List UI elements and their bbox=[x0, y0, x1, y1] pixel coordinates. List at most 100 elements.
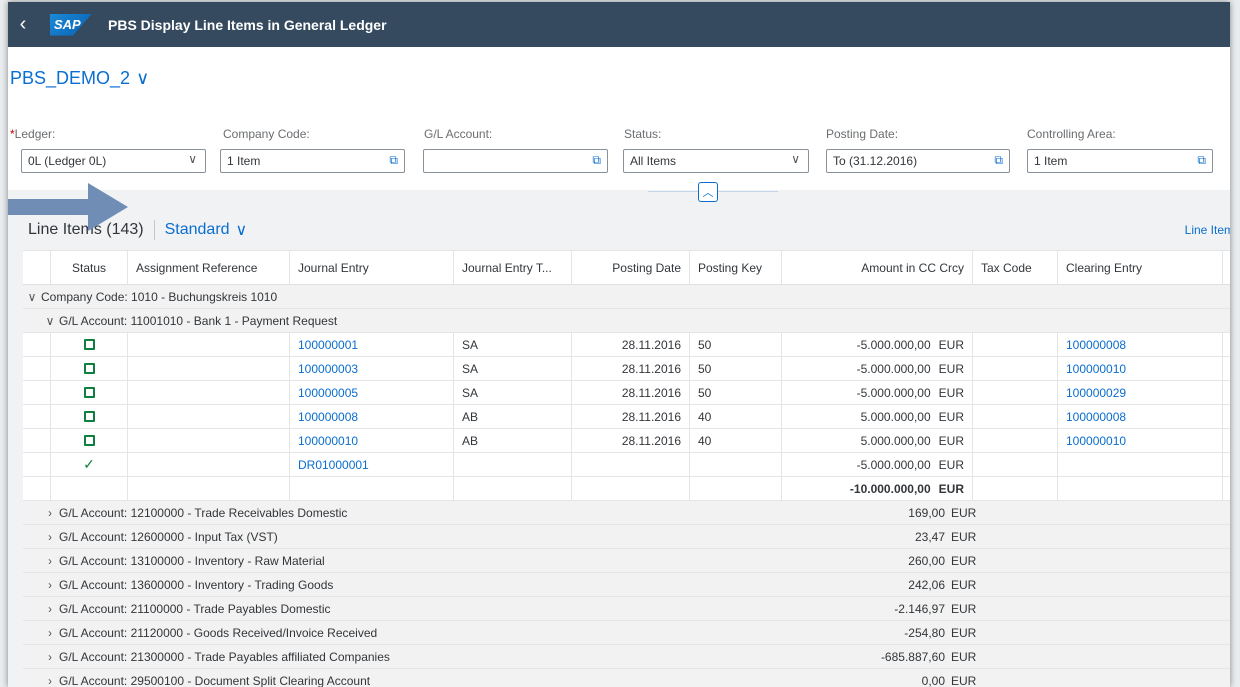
value-help-icon[interactable]: ⧉ bbox=[389, 153, 398, 168]
table-row[interactable]: 100000005 SA 28.11.2016 50 -5.000.000,00 EUR 1… bbox=[23, 381, 1230, 405]
back-button[interactable]: ‹ bbox=[8, 2, 38, 47]
chevron-down-icon: ∨ bbox=[235, 222, 248, 239]
chevron-right-icon: › bbox=[48, 601, 52, 616]
posting-date-cell: 28.11.2016 bbox=[572, 357, 690, 380]
chevron-right-icon: › bbox=[48, 505, 52, 520]
variant-selector[interactable]: PBS_DEMO_2 ∨ bbox=[10, 68, 149, 89]
group-row-account[interactable]: › G/L Account: 29500100 - Document Split … bbox=[23, 669, 1230, 687]
tax-code-cell bbox=[973, 333, 1058, 356]
clearing-entry-link[interactable]: 100000010 bbox=[1066, 362, 1126, 376]
group-row-company[interactable]: ∨ Company Code: 1010 - Buchungskreis 1010 bbox=[23, 285, 1230, 309]
chevron-down-icon: ∨ bbox=[27, 289, 37, 304]
open-item-icon bbox=[83, 435, 95, 446]
currency-cell: EUR bbox=[938, 457, 964, 472]
status-cell bbox=[51, 429, 128, 452]
journal-entry-type-cell: SA bbox=[454, 381, 572, 404]
company-code-field[interactable]: 1 Item ⧉ bbox=[220, 149, 405, 173]
posting-date-field[interactable]: To (31.12.2016) ⧉ bbox=[826, 149, 1010, 173]
column-header[interactable]: Journal Entry T... bbox=[454, 251, 572, 284]
group-row-account[interactable]: › G/L Account: 13600000 - Inventory - Tra… bbox=[23, 573, 1230, 597]
column-header[interactable]: Tax Code bbox=[973, 251, 1058, 284]
assignment-cell bbox=[128, 333, 290, 356]
journal-entry-link[interactable]: 100000001 bbox=[298, 338, 358, 352]
group-row-account[interactable]: › G/L Account: 21300000 - Trade Payables … bbox=[23, 645, 1230, 669]
column-header[interactable]: Assignment Reference bbox=[128, 251, 290, 284]
column-header[interactable]: Clearing Entry bbox=[1058, 251, 1223, 284]
column-header[interactable]: Posting Date bbox=[572, 251, 690, 284]
open-item-icon bbox=[83, 363, 95, 374]
column-header[interactable]: Amount in CC Crcy bbox=[782, 251, 973, 284]
assignment-cell bbox=[128, 405, 290, 428]
journal-entry-type-cell: AB bbox=[454, 405, 572, 428]
divider bbox=[718, 191, 778, 192]
tax-code-cell bbox=[973, 381, 1058, 404]
open-item-icon bbox=[83, 411, 95, 422]
sap-logo[interactable]: SAP bbox=[50, 13, 92, 36]
line-item-link[interactable]: Line Item bbox=[1185, 223, 1230, 237]
column-header[interactable]: Posting Key bbox=[690, 251, 782, 284]
group-label: G/L Account: 13100000 - Inventory - Raw … bbox=[59, 553, 325, 568]
status-select[interactable]: All Items ∨ bbox=[623, 149, 809, 173]
collapse-header-button[interactable]: ︿ bbox=[698, 182, 718, 202]
assignment-cell bbox=[128, 429, 290, 452]
group-label: G/L Account: 12100000 - Trade Receivable… bbox=[59, 505, 348, 520]
group-label: G/L Account: 21100000 - Trade Payables D… bbox=[59, 601, 331, 616]
journal-entry-type-cell: SA bbox=[454, 357, 572, 380]
amount-cell: -5.000.000,00 bbox=[856, 385, 931, 400]
chevron-up-icon: ︿ bbox=[702, 187, 714, 199]
value-help-icon[interactable]: ⧉ bbox=[994, 153, 1003, 168]
status-cell bbox=[51, 333, 128, 356]
journal-entry-link[interactable]: 100000005 bbox=[298, 386, 358, 400]
group-row-account[interactable]: › G/L Account: 13100000 - Inventory - Raw… bbox=[23, 549, 1230, 573]
group-label: G/L Account: 13600000 - Inventory - Trad… bbox=[59, 577, 334, 592]
status-cell: ✓ bbox=[51, 453, 128, 476]
amount-cell: 5.000.000,00 bbox=[860, 409, 931, 424]
tax-code-cell bbox=[973, 357, 1058, 380]
table-row[interactable]: ✓ DR01000001 -5.000.000,00 EUR bbox=[23, 453, 1230, 477]
group-row-account[interactable]: › G/L Account: 21120000 - Goods Received/… bbox=[23, 621, 1230, 645]
amount-cell: 5.000.000,00 bbox=[860, 433, 931, 448]
group-amount: 242,06 bbox=[908, 577, 945, 592]
table-row[interactable]: 100000001 SA 28.11.2016 50 -5.000.000,00 EUR 1… bbox=[23, 333, 1230, 357]
posting-key-cell: 40 bbox=[690, 405, 782, 428]
amount-cell: -5.000.000,00 bbox=[856, 337, 931, 352]
group-currency: EUR bbox=[951, 577, 977, 592]
status-cell bbox=[51, 405, 128, 428]
chevron-right-icon: › bbox=[48, 625, 52, 640]
chevron-right-icon: › bbox=[48, 553, 52, 568]
header-spacer bbox=[23, 251, 51, 284]
column-header[interactable]: Journal Entry bbox=[290, 251, 454, 284]
group-amount: -2.146,97 bbox=[894, 601, 945, 616]
table-row[interactable]: 100000008 AB 28.11.2016 40 5.000.000,00 EUR 10… bbox=[23, 405, 1230, 429]
journal-entry-type-cell bbox=[454, 453, 572, 476]
ledger-select[interactable]: 0L (Ledger 0L) ∨ bbox=[21, 149, 206, 173]
view-selector[interactable]: Standard ∨ bbox=[165, 220, 248, 240]
table-row[interactable]: 100000003 SA 28.11.2016 50 -5.000.000,00 EUR 1… bbox=[23, 357, 1230, 381]
posting-key-cell: 50 bbox=[690, 333, 782, 356]
clearing-entry-link[interactable]: 100000008 bbox=[1066, 338, 1126, 352]
group-amount: -254,80 bbox=[904, 625, 945, 640]
group-row-account[interactable]: › G/L Account: 12100000 - Trade Receivabl… bbox=[23, 501, 1230, 525]
currency-cell: EUR bbox=[938, 361, 964, 376]
journal-entry-link[interactable]: 100000008 bbox=[298, 410, 358, 424]
gl-account-field[interactable]: ⧉ bbox=[423, 149, 608, 173]
clearing-entry-link[interactable]: 100000010 bbox=[1066, 434, 1126, 448]
posting-key-cell bbox=[690, 453, 782, 476]
journal-entry-link[interactable]: 100000003 bbox=[298, 362, 358, 376]
column-header[interactable]: Status bbox=[51, 251, 128, 284]
clearing-entry-link[interactable]: 100000008 bbox=[1066, 410, 1126, 424]
controlling-area-field[interactable]: 1 Item ⧉ bbox=[1027, 149, 1213, 173]
group-amount: 260,00 bbox=[908, 553, 945, 568]
posting-date-cell bbox=[572, 453, 690, 476]
clearing-entry-link[interactable]: 100000029 bbox=[1066, 386, 1126, 400]
group-row-account[interactable]: ∨ G/L Account: 11001010 - Bank 1 - Paymen… bbox=[23, 309, 1230, 333]
table-row[interactable]: 100000010 AB 28.11.2016 40 5.000.000,00 EUR 10… bbox=[23, 429, 1230, 453]
divider bbox=[153, 220, 155, 240]
table-header: Status Assignment Reference Journal Entry J… bbox=[23, 251, 1230, 285]
group-row-account[interactable]: › G/L Account: 21100000 - Trade Payables … bbox=[23, 597, 1230, 621]
group-row-account[interactable]: › G/L Account: 12600000 - Input Tax (VST)… bbox=[23, 525, 1230, 549]
journal-entry-link[interactable]: 100000010 bbox=[298, 434, 358, 448]
value-help-icon[interactable]: ⧉ bbox=[592, 153, 601, 168]
journal-entry-link[interactable]: DR01000001 bbox=[298, 458, 369, 472]
value-help-icon[interactable]: ⧉ bbox=[1197, 153, 1206, 168]
